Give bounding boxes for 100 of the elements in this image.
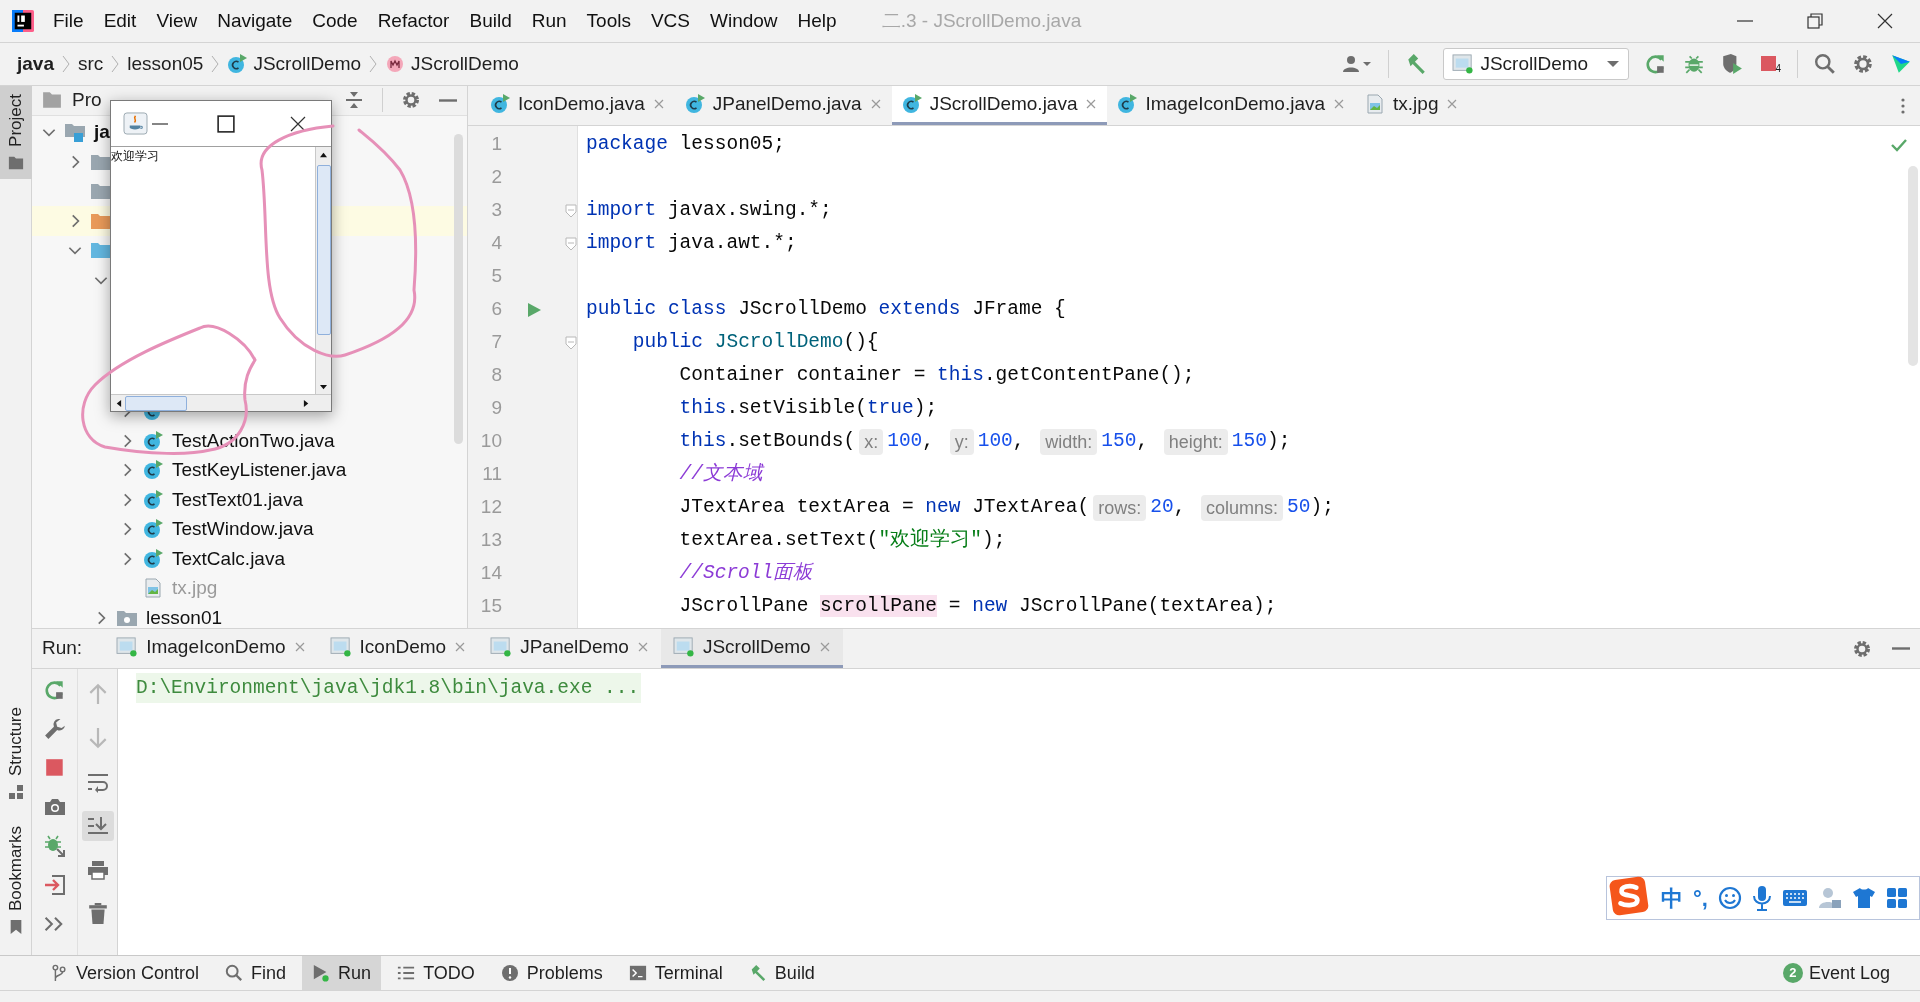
tool-window-tab[interactable]: Structure bbox=[0, 698, 32, 808]
toolbox-button[interactable] bbox=[1890, 53, 1912, 75]
tree-item[interactable]: ja bbox=[94, 118, 110, 147]
tree-item[interactable]: TestText01.java bbox=[172, 485, 303, 514]
breadcrumb[interactable]: JScrollDemo bbox=[227, 49, 362, 79]
editor-tab[interactable]: ImageIconDemo.java bbox=[1107, 86, 1356, 125]
settings-button[interactable] bbox=[43, 718, 66, 740]
tool-window-button[interactable]: Find bbox=[215, 956, 297, 990]
tool-window-button[interactable]: Version Control bbox=[40, 956, 210, 990]
sogou-logo-icon[interactable] bbox=[1609, 875, 1651, 917]
editor-tab[interactable]: tx.jpg bbox=[1355, 86, 1469, 125]
scrollbar-thumb[interactable] bbox=[125, 395, 187, 411]
scroll-to-end-button[interactable] bbox=[81, 811, 114, 841]
warning-icon bbox=[500, 964, 519, 982]
scrollbar-thumb[interactable] bbox=[454, 134, 463, 444]
tree-item[interactable]: TestKeyListener.java bbox=[172, 456, 347, 485]
close-icon[interactable] bbox=[818, 641, 831, 653]
stop-button[interactable]: 4 bbox=[1759, 54, 1781, 74]
folder-icon bbox=[90, 240, 112, 261]
tool-window-tab[interactable]: Bookmarks bbox=[0, 817, 32, 943]
close-icon[interactable] bbox=[293, 641, 306, 653]
arrow-left-icon[interactable] bbox=[114, 398, 122, 408]
run-tab[interactable]: ImageIconDemo bbox=[104, 629, 318, 668]
menu-item[interactable]: Refactor bbox=[376, 6, 451, 36]
grid-icon[interactable] bbox=[1885, 887, 1908, 909]
scrollbar-thumb[interactable] bbox=[1908, 166, 1918, 366]
tree-item[interactable]: TextCalc.java bbox=[172, 544, 285, 573]
tree-item[interactable]: TestActionTwo.java bbox=[172, 426, 335, 455]
run-tab[interactable]: IconDemo bbox=[317, 629, 479, 668]
window-maximize-button[interactable] bbox=[215, 112, 237, 135]
tool-window-button[interactable]: Run bbox=[302, 956, 382, 990]
close-icon[interactable] bbox=[454, 641, 467, 653]
tool-window-button[interactable]: Terminal bbox=[618, 956, 733, 990]
menu-item[interactable]: Window bbox=[709, 6, 779, 36]
close-icon[interactable] bbox=[652, 98, 665, 110]
menu-item[interactable]: Run bbox=[530, 6, 568, 36]
close-icon[interactable] bbox=[869, 98, 882, 110]
settings-button[interactable] bbox=[1852, 638, 1872, 659]
run-icon[interactable] bbox=[526, 301, 542, 318]
tree-item[interactable]: TestWindow.java bbox=[172, 515, 314, 544]
close-icon[interactable] bbox=[1446, 98, 1459, 110]
user-button[interactable] bbox=[1342, 54, 1373, 74]
arrow-up-icon[interactable] bbox=[319, 150, 328, 158]
menu-item[interactable]: Edit bbox=[102, 6, 138, 36]
exit-button[interactable] bbox=[43, 874, 66, 896]
settings-button[interactable] bbox=[401, 90, 421, 111]
keyboard-icon[interactable] bbox=[1781, 888, 1808, 908]
tool-window-button[interactable]: Build bbox=[738, 956, 825, 990]
editor-tab[interactable]: IconDemo.java bbox=[480, 86, 675, 125]
close-icon[interactable] bbox=[636, 641, 649, 653]
arrow-right-icon[interactable] bbox=[302, 398, 310, 408]
menu-item[interactable]: View bbox=[155, 6, 199, 36]
build-button[interactable] bbox=[1405, 53, 1428, 75]
run-tab[interactable]: JScrollDemo bbox=[660, 629, 843, 668]
microphone-icon[interactable] bbox=[1751, 885, 1772, 911]
panel-title[interactable]: Pro bbox=[72, 86, 102, 115]
parameter-hint: rows: bbox=[1093, 494, 1147, 521]
menu-item[interactable]: File bbox=[52, 6, 85, 36]
run-config-dropdown[interactable]: JScrollDemo bbox=[1443, 48, 1630, 80]
ime-mode-toggle[interactable]: °, bbox=[1693, 881, 1708, 915]
menu-item[interactable]: Build bbox=[468, 6, 513, 36]
smiley-icon[interactable] bbox=[1717, 886, 1742, 910]
breadcrumb[interactable]: java bbox=[17, 49, 54, 79]
event-log-button[interactable]: 2 Event Log bbox=[1782, 956, 1890, 990]
shirt-icon[interactable] bbox=[1851, 886, 1876, 910]
class-icon bbox=[142, 519, 164, 540]
close-icon[interactable] bbox=[1085, 98, 1098, 110]
breadcrumb[interactable]: JScrollDemo bbox=[385, 49, 519, 79]
menu-item[interactable]: Tools bbox=[585, 6, 632, 36]
menu-item[interactable]: Navigate bbox=[216, 6, 294, 36]
scroll-to-end-icon bbox=[86, 815, 109, 837]
menu-item[interactable]: VCS bbox=[649, 6, 691, 36]
tool-window-tab[interactable]: Project bbox=[0, 86, 32, 179]
editor-tab[interactable]: JPanelDemo.java bbox=[674, 86, 892, 125]
hide-button[interactable] bbox=[439, 98, 457, 102]
breadcrumb[interactable]: src bbox=[78, 49, 104, 79]
tool-window-button[interactable]: Problems bbox=[490, 956, 613, 990]
settings-button[interactable] bbox=[1852, 53, 1874, 75]
tool-window-button[interactable]: TODO bbox=[387, 956, 485, 990]
run-tab[interactable]: JPanelDemo bbox=[478, 629, 661, 668]
editor-tab[interactable]: JScrollDemo.java bbox=[891, 86, 1108, 125]
person-icon[interactable] bbox=[1817, 886, 1842, 910]
ime-mode-toggle[interactable]: 中 bbox=[1661, 881, 1683, 915]
parameter-hint: height: bbox=[1163, 428, 1228, 455]
tree-item[interactable]: lesson01 bbox=[146, 603, 223, 628]
camera-icon bbox=[43, 796, 66, 818]
stop-button[interactable] bbox=[43, 757, 66, 779]
menu-item[interactable]: Help bbox=[796, 6, 838, 36]
dump-threads-button[interactable] bbox=[43, 796, 66, 818]
menu-item[interactable]: Code bbox=[311, 6, 359, 36]
arrow-down-icon[interactable] bbox=[319, 383, 328, 391]
search-button[interactable] bbox=[1814, 53, 1836, 75]
breadcrumb[interactable]: lesson05 bbox=[127, 49, 204, 79]
scrollbar-thumb[interactable] bbox=[316, 165, 331, 335]
debug-button[interactable] bbox=[1683, 53, 1706, 75]
coverage-button[interactable] bbox=[1721, 53, 1744, 75]
close-icon[interactable] bbox=[1333, 98, 1346, 110]
rerun-button[interactable] bbox=[43, 679, 66, 701]
collapse-button[interactable] bbox=[344, 90, 364, 111]
attach-debugger-button[interactable] bbox=[43, 835, 66, 857]
